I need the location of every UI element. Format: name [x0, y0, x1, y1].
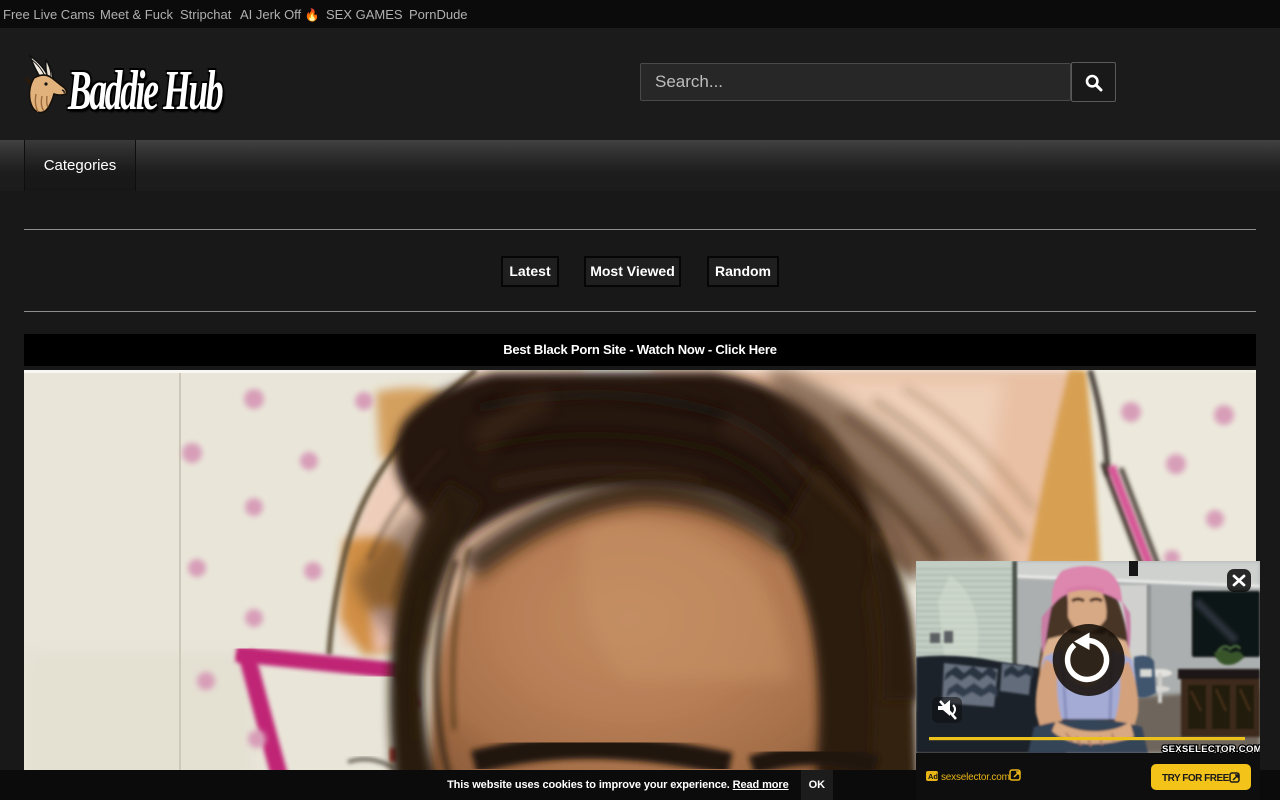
svg-text:sexselector.com: sexselector.com	[941, 772, 1010, 783]
svg-text:TRY FOR FREE: TRY FOR FREE	[1162, 773, 1230, 784]
svg-text:Ad: Ad	[928, 772, 938, 781]
